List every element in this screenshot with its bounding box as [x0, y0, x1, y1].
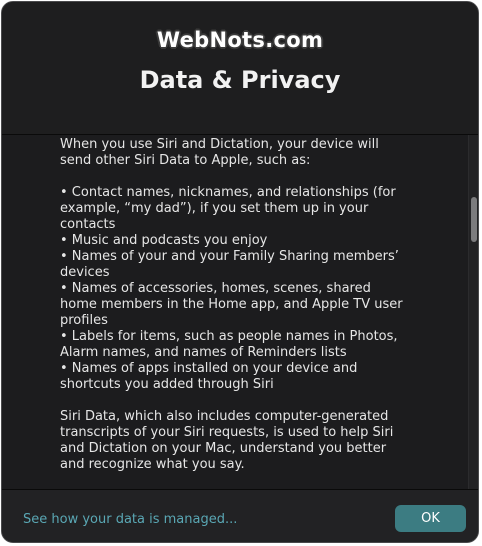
see-data-managed-link[interactable]: See how your data is managed...: [23, 512, 237, 527]
dialog-title: Data & Privacy: [139, 66, 341, 94]
dialog-footer: See how your data is managed... OK: [2, 489, 478, 542]
scrollbar-thumb[interactable]: [471, 197, 477, 242]
vertical-scrollbar[interactable]: [468, 135, 478, 489]
webnots-watermark: WebNots.com: [156, 28, 324, 52]
privacy-text-scroll-area[interactable]: When you use Siri and Dictation, your de…: [2, 135, 478, 489]
data-privacy-dialog: WebNots.com Data & Privacy When you use …: [1, 1, 479, 543]
privacy-body-text: When you use Siri and Dictation, your de…: [60, 137, 403, 472]
ok-button[interactable]: OK: [395, 505, 466, 532]
dialog-header: WebNots.com Data & Privacy: [2, 2, 478, 135]
